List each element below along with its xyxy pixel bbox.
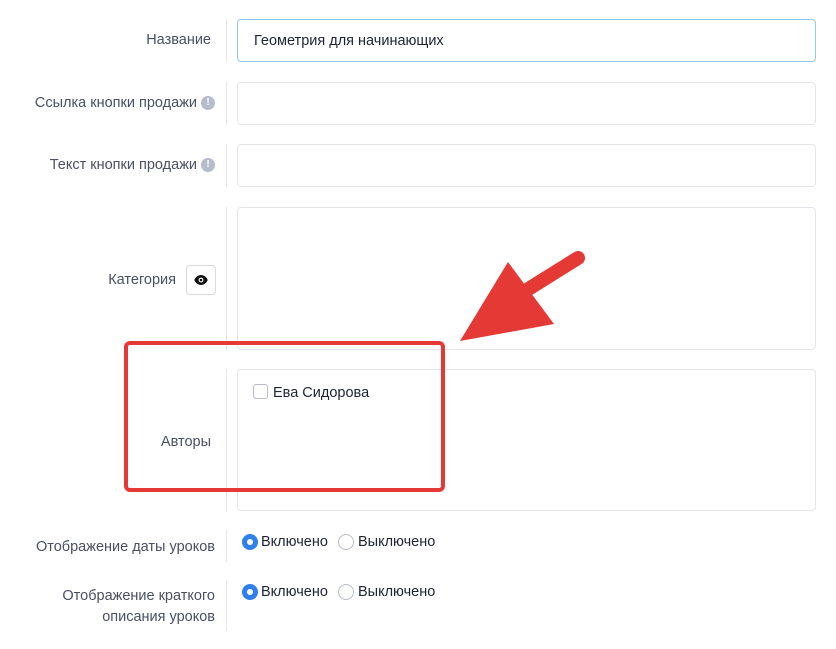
annotation-arrow-icon [460, 251, 585, 341]
